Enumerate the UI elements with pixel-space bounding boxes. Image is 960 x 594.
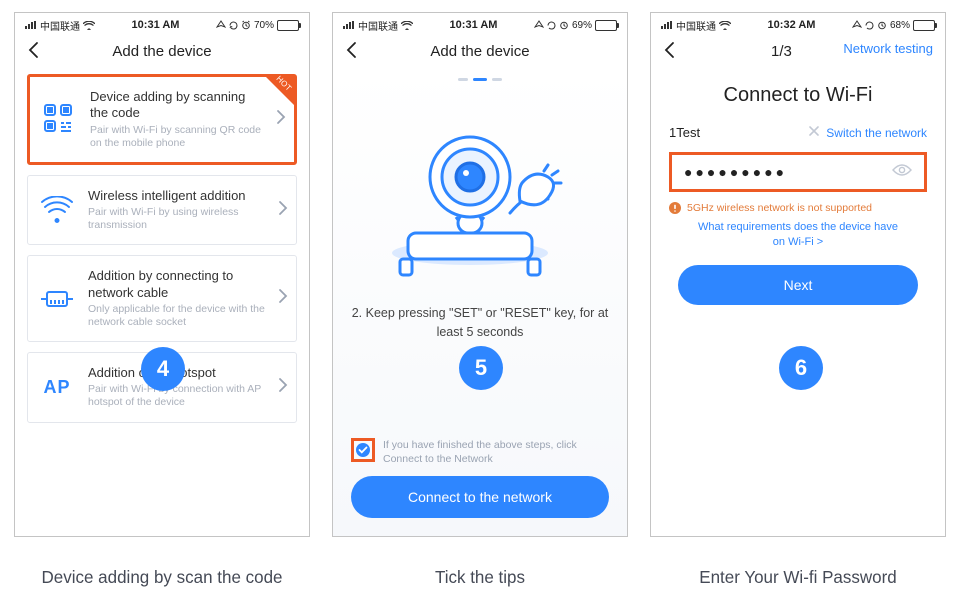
camera-reset-illustration (380, 105, 580, 290)
network-testing-link[interactable]: Network testing (843, 41, 933, 56)
carrier-label: 中国联通 (358, 18, 398, 33)
option-subtitle: Pair with Wi-Fi by scanning QR code on t… (90, 124, 264, 150)
sync-icon (547, 21, 556, 30)
phone-screenshot-step-5: 中国联通 10:31 AM 69% Add the device (332, 12, 628, 537)
nav-bar: Add the device (15, 34, 309, 68)
nav-bar: Add the device (333, 34, 627, 68)
option-title: Device adding by scanning the code (90, 89, 264, 122)
nav-icon (216, 20, 226, 30)
alarm-icon (559, 20, 569, 30)
confirmation-checkbox[interactable] (351, 438, 375, 462)
ap-icon: AP (38, 368, 76, 406)
nav-icon (852, 20, 862, 30)
wifi-heading: Connect to Wi-Fi (724, 84, 873, 107)
battery-text: 69% (572, 20, 592, 31)
carrier-label: 中国联通 (676, 18, 716, 33)
wifi-icon (38, 191, 76, 229)
back-button[interactable] (661, 40, 681, 64)
clock-label: 10:31 AM (413, 19, 534, 31)
caption-step-6: Enter Your Wi-fi Password (650, 568, 946, 589)
status-bar: 中国联通 10:31 AM 70% (15, 13, 309, 34)
alarm-icon (877, 20, 887, 30)
option-wireless[interactable]: Wireless intelligent addition Pair with … (27, 175, 297, 246)
chevron-right-icon (276, 109, 286, 130)
option-qr-code[interactable]: HOT Device adding by scanning the code P… (27, 74, 297, 165)
wifi-network-name: 1Test (669, 125, 700, 140)
clock-label: 10:31 AM (95, 19, 216, 31)
signal-icon (25, 21, 37, 29)
connect-network-button[interactable]: Connect to the network (351, 476, 609, 518)
option-title: Wireless intelligent addition (88, 188, 266, 204)
battery-icon (595, 20, 617, 31)
wifi-icon (719, 21, 731, 30)
option-subtitle: Pair with Wi-Fi by using wireless transm… (88, 206, 266, 232)
caption-step-4: Device adding by scan the code (14, 568, 310, 589)
step-number-badge: 6 (779, 346, 823, 390)
step-indicator: 1/3 (771, 43, 792, 60)
wifi-icon (401, 21, 413, 30)
clock-label: 10:32 AM (731, 19, 852, 31)
ethernet-icon (38, 280, 76, 318)
signal-icon (343, 21, 355, 29)
carrier-label: 中国联通 (40, 18, 80, 33)
alarm-icon (241, 20, 251, 30)
battery-icon (913, 20, 935, 31)
status-bar: 中国联通 10:32 AM 68% (651, 13, 945, 34)
sync-icon (865, 21, 874, 30)
nav-bar: 1/3 1/3 Network testing (651, 34, 945, 68)
hot-badge: HOT (265, 76, 295, 106)
wifi-password-field[interactable]: ●●●●●●●●● (669, 152, 927, 192)
warning-text: 5GHz wireless network is not supported (687, 202, 872, 214)
eye-icon[interactable] (892, 163, 912, 182)
option-subtitle: Pair with Wi-Fi by connection with AP ho… (88, 383, 266, 409)
option-subtitle: Only applicable for the device with the … (88, 303, 266, 329)
x-icon (808, 125, 820, 140)
next-button[interactable]: Next (678, 265, 918, 305)
status-bar: 中国联通 10:31 AM 69% (333, 13, 627, 34)
page-title: Add the device (430, 43, 529, 60)
phone-screenshot-step-4: 中国联通 10:31 AM 70% Add the device HOT (14, 12, 310, 537)
page-title: Add the device (112, 43, 211, 60)
nav-icon (534, 20, 544, 30)
wifi-icon (83, 21, 95, 30)
back-button[interactable] (343, 40, 363, 64)
chevron-right-icon (278, 200, 288, 221)
wifi-requirements-link[interactable]: What requirements does the device have o… (698, 220, 898, 251)
warning-row: 5GHz wireless network is not supported (669, 202, 927, 214)
switch-network-link[interactable]: Switch the network (808, 125, 927, 140)
confirmation-row: If you have finished the above steps, cl… (351, 438, 609, 466)
battery-icon (277, 20, 299, 31)
signal-icon (661, 21, 673, 29)
chevron-right-icon (278, 377, 288, 398)
step-number-badge: 5 (459, 346, 503, 390)
page-indicator-dots (458, 78, 502, 81)
confirmation-label: If you have finished the above steps, cl… (383, 438, 609, 466)
qr-icon (40, 100, 78, 138)
wifi-password-mask: ●●●●●●●●● (684, 164, 787, 180)
battery-text: 68% (890, 20, 910, 31)
back-button[interactable] (25, 40, 45, 64)
chevron-right-icon (278, 288, 288, 309)
warning-icon (669, 202, 681, 214)
caption-step-5: Tick the tips (332, 568, 628, 589)
sync-icon (229, 21, 238, 30)
phone-screenshot-step-6: 中国联通 10:32 AM 68% 1/3 1/3 Network testin… (650, 12, 946, 537)
option-title: Addition by connecting to network cable (88, 268, 266, 301)
battery-text: 70% (254, 20, 274, 31)
instruction-text: 2. Keep pressing "SET" or "RESET" key, f… (351, 304, 609, 342)
option-cable[interactable]: Addition by connecting to network cable … (27, 255, 297, 342)
step-number-badge: 4 (141, 347, 185, 391)
